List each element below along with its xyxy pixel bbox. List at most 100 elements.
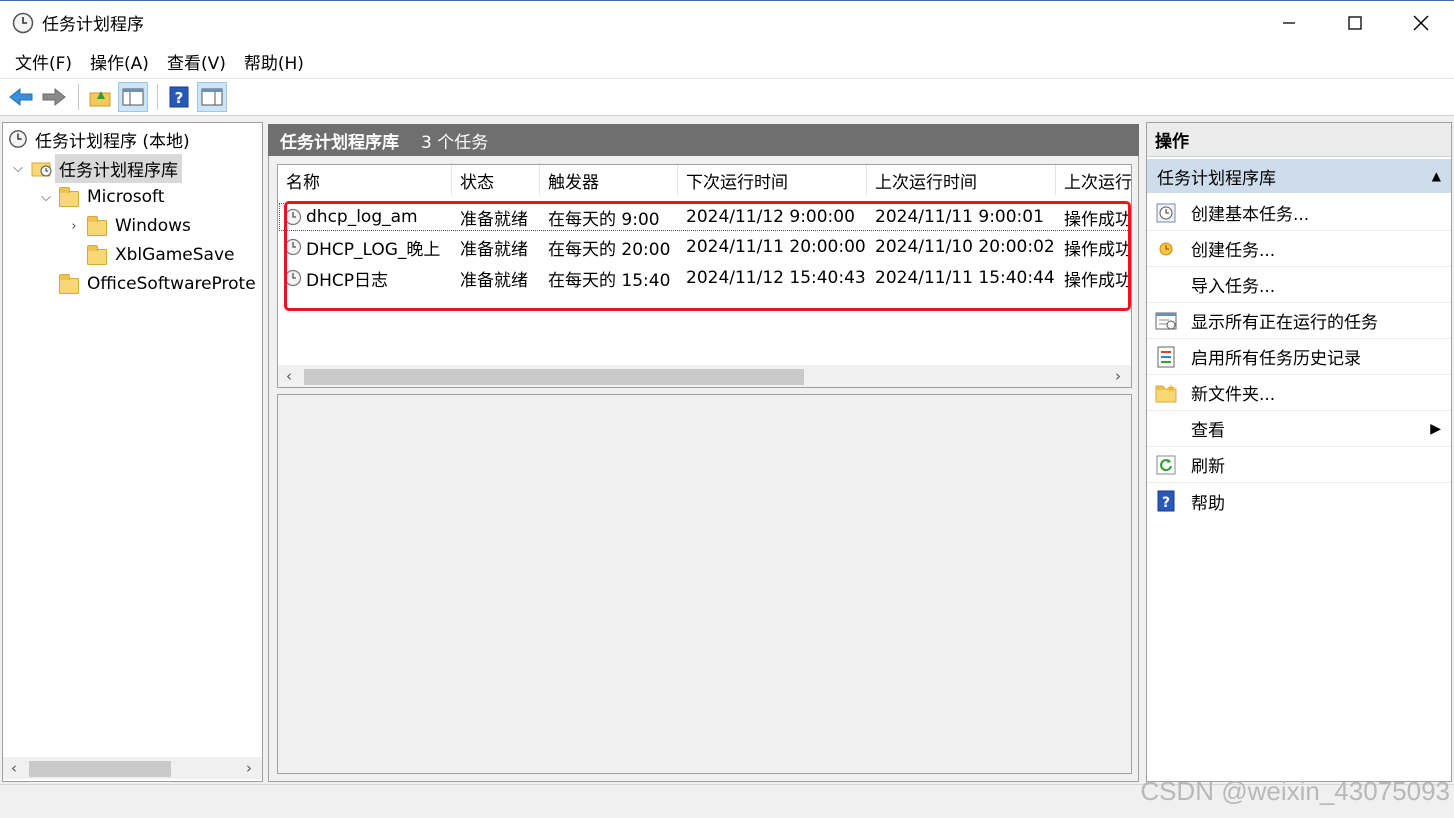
actions-section-header[interactable]: 任务计划程序库 ▲ <box>1147 159 1451 193</box>
task-last-result: 操作成功 <box>1064 239 1131 260</box>
tree-item-xblgamesave[interactable]: XblGameSave <box>65 241 235 269</box>
task-list-horizontal-scrollbar[interactable]: ‹ › <box>278 365 1131 387</box>
back-arrow-icon <box>9 87 33 107</box>
scroll-thumb[interactable] <box>304 369 804 385</box>
action-import-task[interactable]: 导入任务... <box>1147 267 1451 303</box>
task-status: 准备就绪 <box>460 239 528 260</box>
task-name: dhcp_log_am <box>306 207 418 227</box>
action-label: 创建基本任务... <box>1191 205 1310 225</box>
submenu-arrow-icon: ▶ <box>1430 420 1441 437</box>
clock-icon <box>9 130 27 148</box>
help-icon: ? <box>1155 490 1177 512</box>
menu-action[interactable]: 操作(A) <box>81 49 158 74</box>
task-count: 3 个任务 <box>421 132 489 153</box>
close-icon <box>1413 15 1429 31</box>
column-name[interactable]: 名称 <box>278 165 452 195</box>
scroll-left-icon[interactable]: ‹ <box>278 367 300 385</box>
table-row[interactable]: DHCP日志 准备就绪 在每天的 15:40 2024/11/12 15:40:… <box>278 263 1131 293</box>
scroll-left-icon[interactable]: ‹ <box>3 759 25 777</box>
task-name: DHCP日志 <box>306 270 388 291</box>
actions-section-label: 任务计划程序库 <box>1157 168 1276 189</box>
action-create-basic-task[interactable]: 创建基本任务... <box>1147 195 1451 231</box>
center-header: 任务计划程序库 3 个任务 <box>268 124 1139 156</box>
chevron-down-icon[interactable]: ⌵ <box>37 190 55 205</box>
column-last-run[interactable]: 上次运行时间 <box>867 165 1056 195</box>
scroll-right-icon[interactable]: › <box>1107 367 1129 385</box>
menu-bar: 文件(F) 操作(A) 查看(V) 帮助(H) <box>0 44 1454 78</box>
task-next-run: 2024/11/11 20:00:00 <box>686 237 866 257</box>
task-details-pane <box>277 394 1132 774</box>
up-folder-button[interactable] <box>85 82 115 112</box>
tree-item-windows[interactable]: › Windows <box>65 212 191 240</box>
console-tree: 任务计划程序 (本地) ⌵ 任务计划程序库 ⌵ Microsoft › Wind… <box>2 122 263 782</box>
action-refresh[interactable]: 刷新 <box>1147 447 1451 483</box>
up-folder-icon <box>89 91 111 107</box>
column-trigger[interactable]: 触发器 <box>540 165 678 195</box>
action-label: 帮助 <box>1191 493 1225 514</box>
table-row[interactable]: DHCP_LOG_晚上 准备就绪 在每天的 20:00 2024/11/11 2… <box>278 232 1131 262</box>
task-trigger: 在每天的 9:00 <box>548 209 660 230</box>
action-label: 刷新 <box>1191 457 1225 477</box>
scroll-thumb[interactable] <box>29 761 171 777</box>
folder-icon <box>59 274 81 294</box>
table-row[interactable]: dhcp_log_am 准备就绪 在每天的 9:00 2024/11/12 9:… <box>278 202 1131 232</box>
actions-pane: 操作 任务计划程序库 ▲ 创建基本任务... 创建任务... 导入任务... 显… <box>1146 122 1452 782</box>
task-trigger: 在每天的 20:00 <box>548 239 671 260</box>
task-list-header: 名称 状态 触发器 下次运行时间 上次运行时间 上次运行 <box>278 165 1131 195</box>
help-button[interactable]: ? <box>164 82 194 112</box>
help-icon: ? <box>169 86 189 108</box>
menu-view[interactable]: 查看(V) <box>158 49 235 74</box>
action-label: 显示所有正在运行的任务 <box>1191 313 1378 333</box>
show-hide-console-tree-button[interactable] <box>118 82 148 112</box>
back-button[interactable] <box>6 82 36 112</box>
task-next-run: 2024/11/12 9:00:00 <box>686 207 855 227</box>
library-folder-clock-icon <box>31 162 52 177</box>
action-enable-history[interactable]: 启用所有任务历史记录 <box>1147 339 1451 375</box>
column-status[interactable]: 状态 <box>452 165 540 195</box>
action-create-task[interactable]: 创建任务... <box>1147 231 1451 267</box>
tree-label-windows: Windows <box>115 216 191 236</box>
scroll-right-icon[interactable]: › <box>238 759 260 777</box>
task-list: 名称 状态 触发器 下次运行时间 上次运行时间 上次运行 dhcp_log_am… <box>277 164 1132 388</box>
column-next-run[interactable]: 下次运行时间 <box>678 165 867 195</box>
tree-item-office[interactable]: OfficeSoftwareProte <box>37 270 256 298</box>
action-new-folder[interactable]: 新文件夹... <box>1147 375 1451 411</box>
task-last-run: 2024/11/11 9:00:01 <box>875 207 1044 227</box>
task-scheduler-clock-icon <box>12 12 34 33</box>
tree-item-library[interactable]: ⌵ 任务计划程序库 <box>9 153 182 183</box>
folder-icon <box>87 245 109 265</box>
chevron-right-icon[interactable]: › <box>65 219 83 234</box>
minimize-button[interactable] <box>1256 1 1322 45</box>
task-status: 准备就绪 <box>460 270 528 291</box>
maximize-icon <box>1348 16 1362 30</box>
tree-item-microsoft[interactable]: ⌵ Microsoft <box>37 183 164 211</box>
watermark: CSDN @weixin_43075093 <box>1140 776 1450 806</box>
collapse-up-icon[interactable]: ▲ <box>1432 169 1441 183</box>
folder-icon <box>87 216 109 236</box>
folder-icon <box>59 187 81 207</box>
close-button[interactable] <box>1388 1 1454 45</box>
tree-label-library: 任务计划程序库 <box>55 153 182 183</box>
new-folder-icon <box>1155 382 1177 404</box>
minimize-icon <box>1283 22 1295 24</box>
action-help[interactable]: ? 帮助 <box>1147 483 1451 519</box>
maximize-button[interactable] <box>1322 1 1388 45</box>
menu-help[interactable]: 帮助(H) <box>235 49 313 74</box>
action-view[interactable]: 查看 ▶ <box>1147 411 1451 447</box>
task-trigger: 在每天的 15:40 <box>548 270 671 291</box>
tree-label-microsoft: Microsoft <box>87 187 165 207</box>
menu-file[interactable]: 文件(F) <box>6 49 81 74</box>
show-hide-action-pane-button[interactable] <box>197 82 227 112</box>
task-last-result: 操作成功 <box>1064 209 1131 230</box>
action-label: 创建任务... <box>1191 241 1276 261</box>
column-last-result[interactable]: 上次运行 <box>1056 165 1131 195</box>
tree-item-root[interactable]: 任务计划程序 (本地) <box>7 125 190 153</box>
create-task-icon <box>1155 238 1177 260</box>
task-name: DHCP_LOG_晚上 <box>306 239 441 260</box>
action-show-running-tasks[interactable]: 显示所有正在运行的任务 <box>1147 303 1451 339</box>
toolbar: ? <box>0 78 1454 116</box>
forward-button[interactable] <box>39 82 69 112</box>
task-last-result: 操作成功 <box>1064 270 1131 291</box>
chevron-down-icon[interactable]: ⌵ <box>9 161 27 176</box>
tree-horizontal-scrollbar[interactable]: ‹ › <box>3 757 262 779</box>
